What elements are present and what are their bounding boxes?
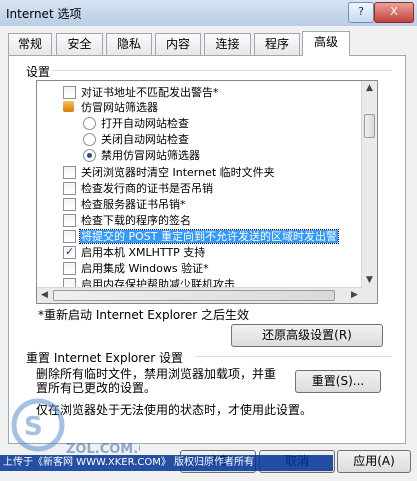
checkbox[interactable] [63, 182, 76, 195]
tab-general[interactable]: 常规 [8, 33, 52, 55]
scroll-down-arrow-icon[interactable]: ▼ [362, 273, 377, 288]
list-item[interactable]: 关闭自动网站检查 [83, 132, 189, 147]
horizontal-scrollbar[interactable]: ◀ ▶ [37, 287, 362, 303]
list-item[interactable]: 启用集成 Windows 验证* [63, 261, 209, 276]
settings-list[interactable]: 对证书地址不匹配发出警告* 仿冒网站筛选器 打开自动网站检查 关闭自动网站检查 … [36, 80, 378, 304]
watermark-banner: 上传于《新客网 WWW.XKER.COM》 版权归原作者所有 [0, 455, 333, 471]
scroll-right-arrow-icon[interactable]: ▶ [347, 288, 362, 303]
shield-icon [63, 101, 74, 112]
reset-description: 删除所有临时文件，禁用浏览器加载项，并重置所有已更改的设置。 [36, 367, 277, 395]
reset-group-label: 重置 Internet Explorer 设置 [26, 351, 184, 365]
list-item[interactable]: 关闭浏览器时清空 Internet 临时文件夹 [63, 165, 275, 180]
group-divider [52, 70, 392, 71]
list-item[interactable]: 禁用仿冒网站筛选器 [83, 148, 200, 163]
radio-button[interactable] [83, 149, 96, 162]
scrollbar-thumb[interactable] [53, 290, 335, 301]
checkbox[interactable] [63, 214, 76, 227]
tab-privacy[interactable]: 隐私 [106, 33, 152, 55]
tab-programs[interactable]: 程序 [254, 33, 300, 55]
list-item[interactable]: 检查服务器证书吊销* [63, 197, 186, 212]
radio-button[interactable] [83, 133, 96, 146]
checkbox[interactable] [63, 198, 76, 211]
list-item[interactable]: 检查下载的程序的签名 [63, 213, 191, 228]
scroll-left-arrow-icon[interactable]: ◀ [37, 288, 52, 303]
list-item[interactable]: 对证书地址不匹配发出警告* [63, 85, 219, 100]
group-divider [196, 356, 392, 357]
list-item: 仿冒网站筛选器 [63, 100, 158, 115]
checkbox[interactable] [63, 86, 76, 99]
tab-connections[interactable]: 连接 [204, 33, 251, 55]
settings-group-label: 设置 [26, 65, 51, 79]
checkbox[interactable] [63, 262, 76, 275]
radio-button[interactable] [83, 117, 96, 130]
reset-button[interactable]: 重置(S)... [295, 370, 381, 393]
list-item[interactable]: 打开自动网站检查 [83, 116, 189, 131]
restart-note: *重新启动 Internet Explorer 之后生效 [38, 308, 250, 322]
help-button[interactable]: ? [348, 2, 374, 23]
scroll-up-arrow-icon[interactable]: ▲ [362, 81, 377, 96]
checkbox[interactable] [63, 244, 76, 259]
list-item-selected[interactable]: 将提交的 POST 重定向到不允许发送的区域时发出警 [63, 229, 339, 244]
list-item[interactable]: 启用本机 XMLHTTP 支持 [63, 244, 205, 260]
checkbox[interactable] [63, 166, 76, 179]
vertical-scrollbar[interactable]: ▲ ▼ [361, 81, 377, 303]
window-title: Internet 选项 [6, 7, 82, 21]
tab-content[interactable]: 内容 [155, 33, 201, 55]
title-bar: Internet 选项 ? X [0, 0, 417, 26]
tab-advanced[interactable]: 高级 [302, 31, 350, 56]
scrollbar-thumb[interactable] [364, 114, 375, 138]
checkbox[interactable] [63, 230, 76, 243]
tab-security[interactable]: 安全 [56, 33, 103, 55]
svg-text:S: S [24, 412, 43, 442]
restore-advanced-button[interactable]: 还原高级设置(R) [231, 324, 383, 347]
close-button[interactable]: X [374, 2, 414, 23]
list-item[interactable]: 检查发行商的证书是否吊销 [63, 181, 213, 196]
apply-button[interactable]: 应用(A) [337, 450, 411, 473]
